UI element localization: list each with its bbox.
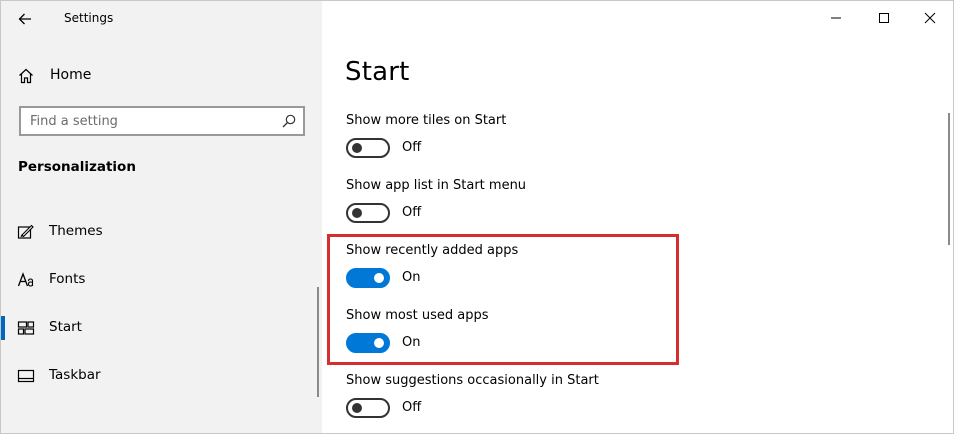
- toggle-knob: [352, 403, 362, 413]
- setting-app-list: Show app list in Start menu Off: [345, 178, 845, 238]
- content-scrollbar[interactable]: [948, 113, 950, 245]
- brush-icon: [17, 224, 34, 239]
- magnifier-icon[interactable]: [281, 113, 297, 129]
- back-button[interactable]: [7, 3, 43, 35]
- toggle-state: On: [402, 270, 421, 285]
- sidebar-item-label: Fonts: [49, 271, 86, 287]
- close-button[interactable]: [907, 1, 953, 35]
- page-title: Start: [345, 57, 410, 87]
- setting-label: Show app list in Start menu: [346, 178, 527, 193]
- recently-added-toggle[interactable]: [346, 268, 390, 288]
- search-input[interactable]: [21, 108, 271, 134]
- app-title: Settings: [64, 11, 114, 25]
- sidebar-item-taskbar[interactable]: Taskbar: [1, 358, 317, 394]
- setting-more-tiles: Show more tiles on Start Off: [345, 113, 845, 173]
- home-icon: [19, 68, 33, 84]
- toggle-knob: [352, 143, 362, 153]
- arrow-left-icon: [18, 13, 31, 25]
- search-box[interactable]: [19, 106, 305, 136]
- sidebar-item-label: Start: [49, 319, 82, 335]
- minimize-button[interactable]: [813, 1, 859, 35]
- toggle-knob: [352, 208, 362, 218]
- start-tiles-icon: [17, 321, 35, 335]
- section-heading: Personalization: [18, 159, 136, 175]
- maximize-icon: [879, 13, 889, 23]
- more-tiles-toggle[interactable]: [346, 138, 390, 158]
- sidebar: Settings Home Personalization Themes: [1, 1, 322, 433]
- sidebar-item-fonts[interactable]: Fonts: [1, 262, 317, 298]
- app-list-toggle[interactable]: [346, 203, 390, 223]
- setting-label: Show suggestions occasionally in Start: [346, 373, 599, 388]
- taskbar-icon: [17, 369, 35, 383]
- settings-window: Settings Home Personalization Themes: [0, 0, 954, 434]
- toggle-state: On: [402, 335, 421, 350]
- suggestions-toggle[interactable]: [346, 398, 390, 418]
- setting-label: Show more tiles on Start: [346, 113, 507, 128]
- sidebar-item-themes[interactable]: Themes: [1, 214, 317, 250]
- setting-label: Show most used apps: [346, 308, 489, 323]
- close-icon: [924, 12, 936, 24]
- setting-most-used: Show most used apps On: [345, 308, 845, 368]
- active-indicator: [1, 316, 5, 340]
- toggle-knob: [374, 273, 384, 283]
- sidebar-item-label: Themes: [49, 223, 103, 239]
- sidebar-item-home[interactable]: Home: [1, 59, 322, 91]
- setting-label: Show recently added apps: [346, 243, 519, 258]
- setting-recently-added: Show recently added apps On: [345, 243, 845, 303]
- toggle-state: Off: [402, 205, 422, 220]
- toggle-state: Off: [402, 140, 422, 155]
- sidebar-item-start[interactable]: Start: [1, 310, 317, 346]
- setting-suggestions: Show suggestions occasionally in Start O…: [345, 373, 845, 433]
- sidebar-scrollbar[interactable]: [317, 287, 319, 397]
- home-label: Home: [50, 67, 92, 83]
- content-pane: Start Show more tiles on Start Off Show …: [322, 1, 953, 433]
- sidebar-item-label: Taskbar: [49, 367, 101, 383]
- minimize-icon: [831, 17, 841, 19]
- maximize-button[interactable]: [861, 1, 907, 35]
- toggle-state: Off: [402, 400, 422, 415]
- most-used-toggle[interactable]: [346, 333, 390, 353]
- toggle-knob: [374, 338, 384, 348]
- fonts-icon: [17, 272, 34, 287]
